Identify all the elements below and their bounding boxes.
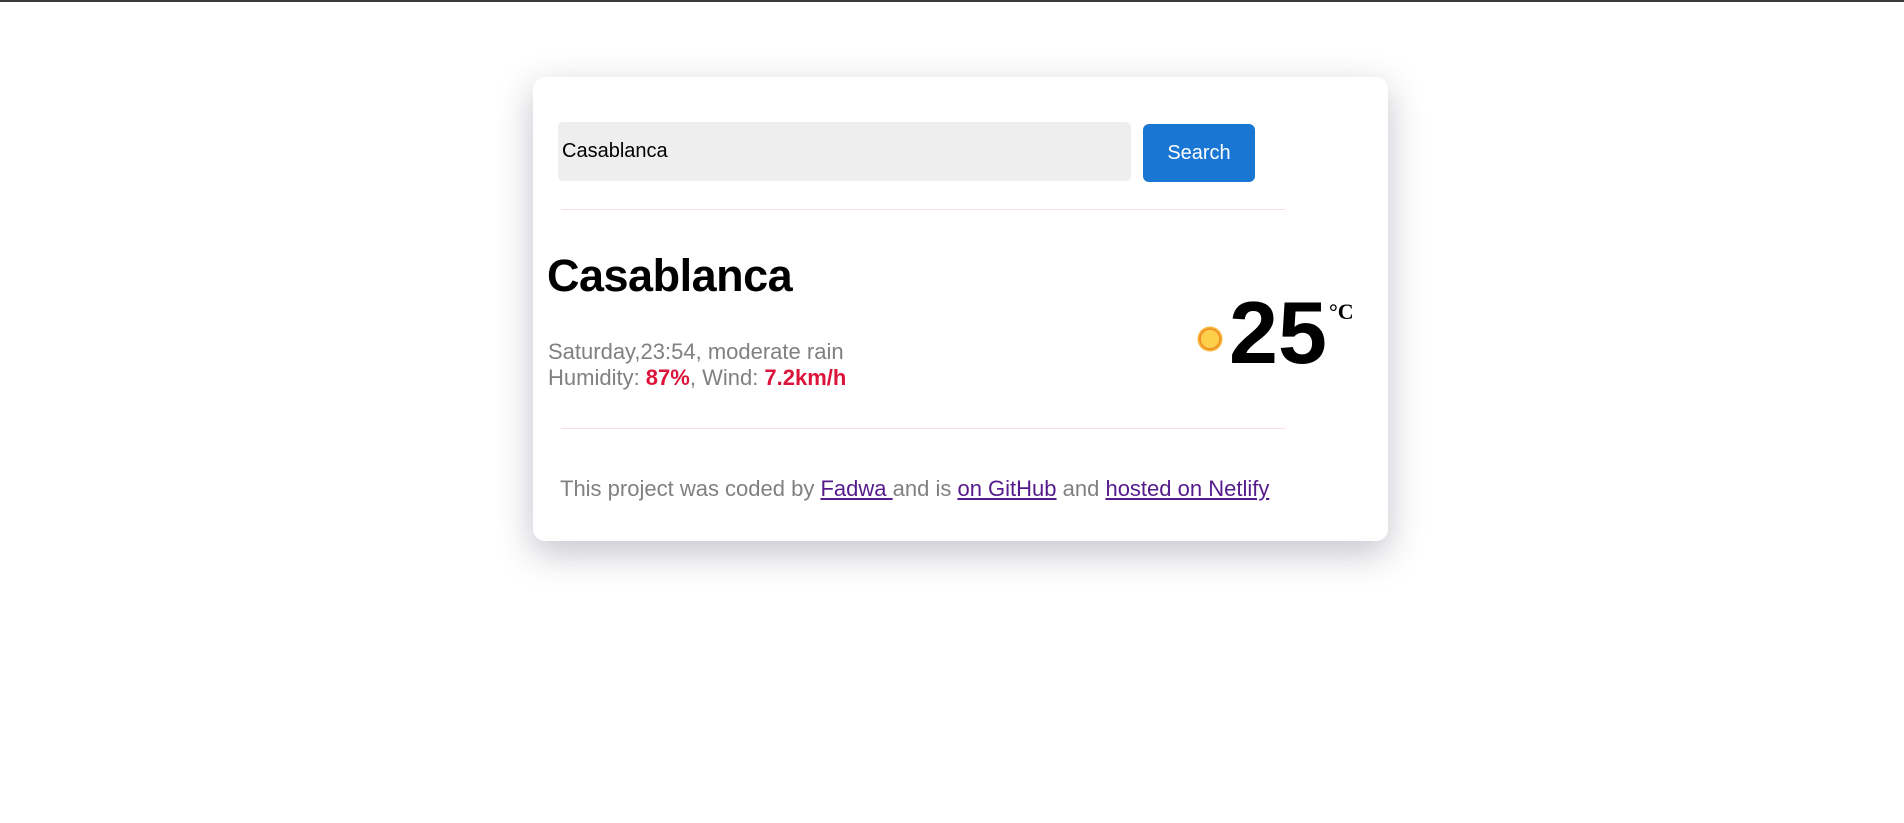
weather-description: moderate rain xyxy=(707,339,844,364)
humidity-wind-line: Humidity: 87%, Wind: 7.2km/h xyxy=(548,365,846,391)
sun-icon xyxy=(1197,326,1223,352)
temperature-unit: °C xyxy=(1329,299,1354,324)
humidity-label: Humidity: xyxy=(548,365,646,390)
author-link[interactable]: Fadwa xyxy=(820,476,892,501)
top-divider xyxy=(561,209,1285,210)
search-button[interactable]: Search xyxy=(1143,124,1255,182)
footer-text-before: This project was coded by xyxy=(560,476,821,501)
temperature-value: 25 xyxy=(1229,283,1327,382)
day-time: Saturday,23:54 xyxy=(548,339,696,364)
weather-details: Saturday,23:54, moderate rain Humidity: … xyxy=(548,339,846,391)
footer: This project was coded by Fadwa and is o… xyxy=(560,476,1269,502)
city-name: Casablanca xyxy=(547,250,793,301)
wind-value: 7.2km/h xyxy=(764,365,847,390)
bottom-divider xyxy=(561,428,1285,429)
humidity-value: 87% xyxy=(645,365,690,390)
search-input[interactable] xyxy=(558,122,1131,181)
weather-card: Search Casablanca Saturday,23:54, modera… xyxy=(533,77,1388,541)
separator: , xyxy=(695,339,708,364)
github-link[interactable]: on GitHub xyxy=(957,476,1056,501)
date-description-line: Saturday,23:54, moderate rain xyxy=(548,339,846,365)
wind-label: , Wind: xyxy=(689,365,765,390)
top-border xyxy=(0,0,1904,2)
netlify-link[interactable]: hosted on Netlify xyxy=(1105,476,1269,501)
footer-text-middle: and is xyxy=(892,476,958,501)
footer-text-and: and xyxy=(1056,476,1106,501)
